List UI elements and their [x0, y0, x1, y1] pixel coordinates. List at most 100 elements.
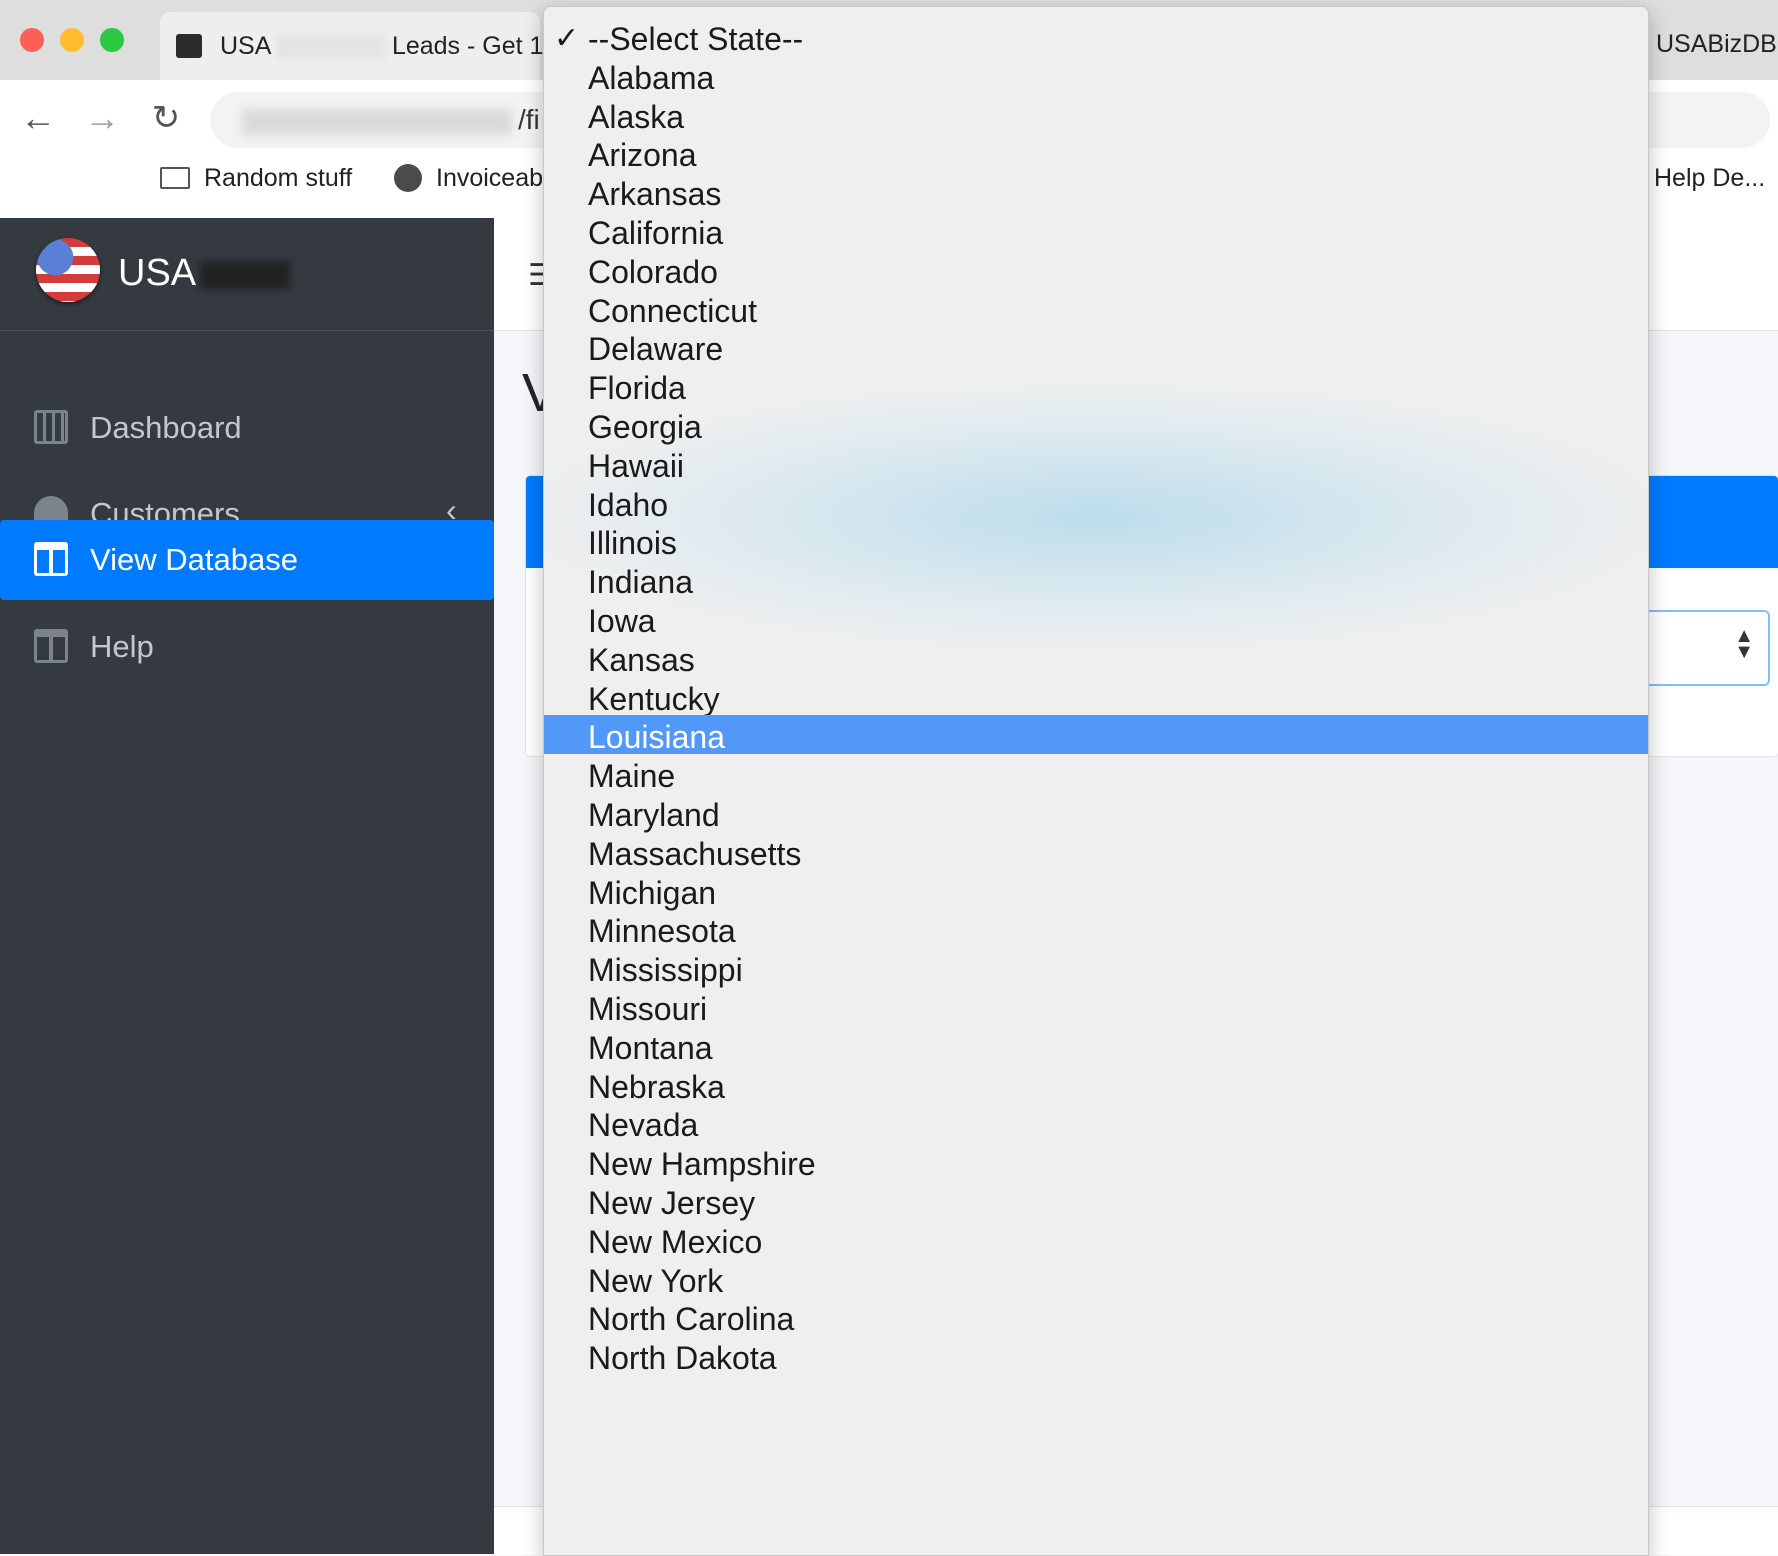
dropdown-option-label: Indiana: [588, 564, 693, 601]
sidebar-item-label: Dashboard: [90, 410, 242, 445]
dropdown-option-label: Hawaii: [588, 447, 685, 484]
bookmark-invoiceab[interactable]: Invoiceab: [394, 164, 543, 193]
dropdown-option[interactable]: Alaska: [544, 95, 1648, 135]
dropdown-option[interactable]: Nebraska: [544, 1065, 1648, 1105]
dropdown-option[interactable]: Illinois: [544, 521, 1648, 561]
dropdown-option[interactable]: Alabama: [544, 56, 1648, 96]
sidebar-item-help[interactable]: Help: [0, 607, 494, 687]
dropdown-option[interactable]: Kansas: [544, 638, 1648, 678]
dropdown-option[interactable]: Florida: [544, 366, 1648, 407]
dropdown-option-label: Maryland: [588, 797, 720, 833]
dropdown-option[interactable]: Georgia: [544, 405, 1648, 445]
dropdown-option[interactable]: California: [544, 211, 1648, 251]
browser-tab-2[interactable]: USABizDB: [1656, 30, 1777, 59]
redacted-text: [276, 35, 385, 60]
dropdown-option[interactable]: Connecticut: [544, 289, 1648, 329]
window-close-button[interactable]: [20, 28, 44, 52]
brand-link[interactable]: USA: [0, 218, 494, 331]
bookmark-help[interactable]: Help De...: [1654, 164, 1765, 193]
dropdown-option[interactable]: Montana: [544, 1026, 1648, 1066]
dropdown-option-label: New Jersey: [588, 1185, 756, 1221]
dropdown-option-label: Minnesota: [588, 913, 736, 950]
redacted-url: [242, 108, 512, 135]
dropdown-option[interactable]: Minnesota: [544, 909, 1648, 950]
dropdown-option[interactable]: Maine: [544, 754, 1648, 795]
select-arrows-icon: ▲ ▼: [1734, 625, 1754, 663]
dropdown-option[interactable]: Michigan: [544, 871, 1648, 911]
dropdown-option[interactable]: Arizona: [544, 133, 1648, 174]
url-text: /fi: [242, 104, 540, 136]
dropdown-option[interactable]: Nevada: [544, 1103, 1648, 1144]
dropdown-option-label: Connecticut: [588, 292, 757, 329]
dropdown-option-label: Michigan: [588, 874, 717, 911]
folder-icon: [160, 167, 190, 189]
dropdown-option-label: Arizona: [588, 137, 697, 174]
brand-text: USA: [118, 252, 291, 295]
dropdown-option[interactable]: Colorado: [544, 250, 1648, 290]
dropdown-option[interactable]: Delaware: [544, 327, 1648, 368]
dropdown-option[interactable]: North Carolina: [544, 1297, 1648, 1338]
dropdown-option-label: Delaware: [588, 331, 724, 368]
checkmark-icon: ✓: [554, 22, 580, 55]
calendar-icon: [34, 410, 68, 444]
sidebar-item-label: Help: [90, 629, 154, 664]
dropdown-option[interactable]: Missouri: [544, 987, 1648, 1027]
table-icon: [34, 542, 68, 576]
usa-flag-logo: [36, 238, 100, 302]
dropdown-option[interactable]: New Hampshire: [544, 1142, 1648, 1183]
dropdown-option-label: Idaho: [588, 486, 669, 523]
dropdown-option[interactable]: New Mexico: [544, 1220, 1648, 1260]
dropdown-option-label: Nevada: [588, 1107, 699, 1144]
dropdown-option-label: Georgia: [588, 409, 702, 445]
dropdown-option-label: New York: [588, 1262, 724, 1299]
tab-title: USA Leads - Get 1: [220, 32, 544, 60]
dropdown-option-label: Louisiana: [588, 719, 725, 756]
dropdown-option-label: North Carolina: [588, 1301, 795, 1338]
dropdown-option-label: Kansas: [588, 641, 695, 678]
dropdown-option[interactable]: New York: [544, 1259, 1648, 1299]
dropdown-option[interactable]: Kentucky: [544, 677, 1648, 717]
dropdown-option-label: Nebraska: [588, 1068, 725, 1105]
dropdown-option-label: Mississippi: [588, 952, 743, 989]
dropdown-option-label: Montana: [588, 1029, 713, 1066]
window-maximize-button[interactable]: [100, 28, 124, 52]
dropdown-option[interactable]: ✓ --Select State--: [544, 17, 1648, 57]
window-minimize-button[interactable]: [60, 28, 84, 52]
dropdown-option[interactable]: Iowa: [544, 599, 1648, 639]
dropdown-option[interactable]: Massachusetts: [544, 832, 1648, 872]
reload-icon[interactable]: ↻: [146, 98, 186, 138]
dropdown-option-label: --Select State--: [588, 21, 804, 57]
dropdown-option[interactable]: Maryland: [544, 793, 1648, 833]
dropdown-option[interactable]: Mississippi: [544, 948, 1648, 989]
sidebar-item-dashboard[interactable]: Dashboard: [0, 388, 494, 468]
dropdown-option-label: New Mexico: [588, 1223, 763, 1260]
sidebar-item-view-database[interactable]: View Database: [0, 520, 494, 600]
back-arrow-icon[interactable]: ←: [18, 98, 58, 138]
dropdown-option-label: Colorado: [588, 253, 718, 290]
dropdown-option[interactable]: Idaho: [544, 483, 1648, 523]
dropdown-option-label: Iowa: [588, 603, 656, 639]
redacted-brand: [200, 260, 291, 289]
favicon-icon: [176, 34, 202, 58]
dropdown-option-label: New Hampshire: [588, 1146, 816, 1183]
dropdown-option-label: Arkansas: [588, 176, 722, 213]
dropdown-option-label: North Dakota: [588, 1340, 777, 1377]
dropdown-option[interactable]: Hawaii: [544, 444, 1648, 484]
dropdown-option-label: Maine: [588, 758, 676, 795]
dropdown-option[interactable]: Louisiana: [544, 715, 1648, 756]
bookmark-random-stuff[interactable]: Random stuff: [160, 164, 352, 193]
sidebar-item-label: View Database: [90, 542, 298, 577]
dropdown-option[interactable]: Indiana: [544, 560, 1648, 601]
forward-arrow-icon[interactable]: →: [82, 98, 122, 138]
dropdown-option[interactable]: Arkansas: [544, 172, 1648, 213]
dropdown-option-label: Missouri: [588, 991, 708, 1027]
table-icon: [34, 629, 68, 663]
dropdown-option-label: Florida: [588, 370, 686, 407]
dropdown-option[interactable]: North Dakota: [544, 1336, 1648, 1377]
browser-tab-active[interactable]: USA Leads - Get 1: [160, 12, 544, 80]
dropdown-option[interactable]: New Jersey: [544, 1181, 1648, 1221]
dropdown-option-label: Massachusetts: [588, 835, 802, 872]
globe-icon: [394, 164, 422, 192]
state-dropdown-list[interactable]: ✓ --Select State-- Alabama Alaska Arizona Ark…: [543, 6, 1649, 1556]
dropdown-option-label: Alaska: [588, 98, 685, 135]
